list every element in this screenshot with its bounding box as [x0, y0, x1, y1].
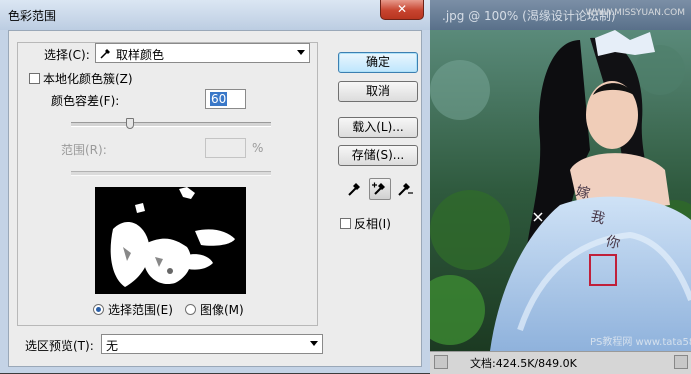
fuzziness-value: 60: [210, 92, 228, 106]
eyedropper-icon[interactable]: [344, 178, 366, 200]
localized-clusters-checkbox[interactable]: [29, 73, 40, 84]
selection-radio-label: 选择范围(E): [108, 303, 173, 317]
scroll-right-icon[interactable]: [674, 355, 688, 369]
ok-button[interactable]: 确定: [338, 52, 418, 73]
dialog-title-bar[interactable]: 色彩范围 ✕: [0, 0, 430, 30]
preview-mode-dropdown[interactable]: 无: [101, 334, 323, 354]
invert-label: 反相(I): [354, 217, 391, 231]
eyedropper-icon: [100, 47, 112, 62]
image-radio-label: 图像(M): [200, 303, 244, 317]
eyedropper-minus-icon[interactable]: [394, 178, 416, 200]
chevron-down-icon: [297, 50, 305, 55]
load-button[interactable]: 载入(L)...: [338, 117, 418, 138]
photo-watermark: PS教程网 www.tata580.com: [590, 335, 691, 348]
invert-checkbox[interactable]: [340, 218, 351, 229]
fuzziness-slider-track[interactable]: [71, 122, 271, 127]
document-window: .jpg @ 100% (渴缘设计论坛制) WWW.MISSYUAN.COM 嫁…: [430, 0, 691, 374]
fuzziness-slider-thumb[interactable]: [126, 118, 134, 129]
localized-clusters-label: 本地化颜色簇(Z): [43, 72, 133, 86]
selection-radio[interactable]: [93, 304, 104, 315]
fuzziness-input[interactable]: 60: [205, 89, 246, 109]
preview-mode-value: 无: [106, 339, 119, 353]
select-dropdown[interactable]: 取样颜色: [95, 43, 310, 63]
document-title-bar[interactable]: .jpg @ 100% (渴缘设计论坛制) WWW.MISSYUAN.COM: [430, 0, 691, 31]
image-radio[interactable]: [185, 304, 196, 315]
scroll-left-icon[interactable]: [434, 355, 448, 369]
selection-preview[interactable]: [95, 187, 246, 294]
photo-image: 嫁 我 你 PS教程网 www.tata580.com: [430, 30, 691, 351]
preview-mode-label: 选区预览(T):: [25, 339, 94, 353]
dialog-body: 选择(C): 取样颜色 本地化颜色簇(Z) 颜色容差(F): 60 范围(R):…: [8, 30, 422, 367]
color-range-dialog: 色彩范围 ✕ 选择(C): 取样颜色 本地化颜色簇(Z) 颜色容差(F): 60…: [0, 0, 430, 373]
range-slider-track[interactable]: [71, 171, 271, 176]
select-value: 取样颜色: [116, 48, 165, 62]
close-button[interactable]: ✕: [380, 0, 424, 20]
selection-mask-image: [95, 187, 246, 294]
eyedropper-plus-icon[interactable]: [369, 178, 391, 200]
chevron-down-icon: [310, 341, 318, 346]
range-label: 范围(R):: [61, 143, 107, 157]
range-input[interactable]: [205, 138, 246, 158]
cancel-button[interactable]: 取消: [338, 81, 418, 102]
watermark-url: WWW.MISSYUAN.COM: [585, 8, 685, 18]
fuzziness-label: 颜色容差(F):: [51, 94, 120, 108]
select-label: 选择(C):: [44, 48, 90, 62]
document-canvas[interactable]: 嫁 我 你 PS教程网 www.tata580.com: [430, 30, 691, 351]
range-unit: %: [252, 141, 264, 155]
dialog-title: 色彩范围: [8, 9, 57, 23]
save-button[interactable]: 存储(S)...: [338, 145, 418, 166]
document-size-status: 文档:424.5K/849.0K: [470, 357, 577, 370]
document-status-bar: 文档:424.5K/849.0K: [430, 351, 691, 374]
